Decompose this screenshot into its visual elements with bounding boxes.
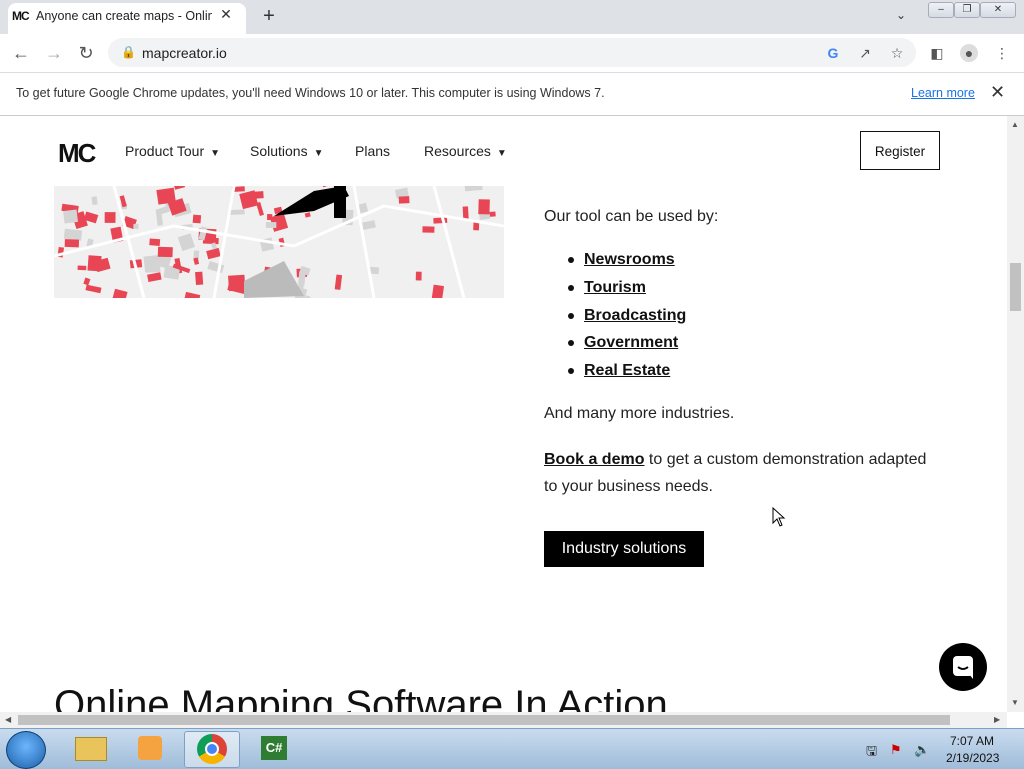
start-button[interactable] [6,731,46,769]
google-lens-icon[interactable]: G [824,44,842,62]
horizontal-scroll-thumb[interactable] [18,715,950,725]
restore-button[interactable]: ❐ [954,2,980,18]
bullet [568,257,574,263]
bookmark-star-icon[interactable]: ☆ [888,44,906,62]
nav-label: Solutions [250,143,308,159]
vertical-scrollbar[interactable] [1007,116,1024,712]
scroll-down-icon[interactable]: ▼ [1011,698,1019,707]
share-icon[interactable]: ↗ [856,44,874,62]
vertical-scroll-thumb[interactable] [1010,263,1021,311]
media-player-icon [138,736,162,760]
tab-favicon-icon: MC [12,9,30,23]
csharp-taskbar-button[interactable]: C# [248,731,302,766]
url-text[interactable]: mapcreator.io [142,45,227,61]
bullet [568,340,574,346]
industry-link-newsrooms[interactable]: Newsrooms [584,251,675,269]
map-image [54,186,504,298]
industry-link-broadcasting[interactable]: Broadcasting [584,307,686,325]
chevron-down-icon: ▼ [313,148,324,159]
folder-icon [75,737,107,761]
nav-label: Resources [424,143,491,159]
mapcreator-logo[interactable]: MC [58,138,96,169]
close-window-button[interactable]: ✕ [980,2,1016,18]
industry-link-real-estate[interactable]: Real Estate [584,362,670,380]
clock-date[interactable]: 2/19/2023 [946,751,999,765]
lock-icon[interactable]: 🔒 [121,45,136,59]
chrome-taskbar-button[interactable] [184,731,240,768]
tab-close-icon[interactable]: ✕ [218,6,234,22]
mouse-cursor-icon [772,506,786,532]
chevron-down-icon: ▼ [496,148,507,159]
volume-icon[interactable]: 🔈 [914,742,930,758]
scroll-up-icon[interactable]: ▲ [1011,120,1019,129]
infobar-close-icon[interactable]: ✕ [990,82,1005,103]
more-industries-text: And many more industries. [544,405,735,422]
reload-icon[interactable]: ↻ [75,42,97,64]
side-panel-icon[interactable]: ◧ [928,44,946,62]
network-icon[interactable]: 🖫 [866,742,877,764]
register-button[interactable]: Register [860,131,940,170]
industry-link-tourism[interactable]: Tourism [584,279,646,297]
scroll-left-icon[interactable]: ◀ [5,715,11,724]
back-icon[interactable]: ← [10,42,32,64]
learn-more-link[interactable]: Learn more [911,86,975,100]
chat-launcher-button[interactable] [939,643,987,691]
nav-product-tour[interactable]: Product Tour ▼ [125,143,220,159]
nav-label: Plans [355,143,391,159]
tab-search-icon[interactable]: ⌄ [896,8,906,22]
scroll-right-icon[interactable]: ▶ [994,715,1000,724]
nav-resources[interactable]: Resources ▼ [424,143,507,159]
industry-link-government[interactable]: Government [584,334,678,352]
nav-solutions[interactable]: Solutions ▼ [250,143,324,159]
csharp-icon: C# [261,736,287,760]
menu-kebab-icon[interactable]: ⋮ [993,44,1011,62]
chevron-down-icon: ▼ [210,148,221,159]
industry-solutions-button[interactable]: Industry solutions [544,531,704,567]
media-player-taskbar-button[interactable] [124,731,178,766]
intro-text: Our tool can be used by: [544,208,719,225]
book-demo-link[interactable]: Book a demo [544,451,644,468]
infobar-message: To get future Google Chrome updates, you… [16,86,605,100]
clock-time[interactable]: 7:07 AM [950,734,994,748]
bullet [568,368,574,374]
minimize-button[interactable]: – [928,2,954,18]
tab-title: Anyone can create maps - Online [36,9,212,23]
new-tab-button[interactable]: + [258,5,280,27]
nav-label: Product Tour [125,143,205,159]
action-center-icon[interactable]: ⚑ [890,742,902,758]
bullet [568,285,574,291]
address-bar[interactable] [108,38,916,67]
bullet [568,313,574,319]
demo-paragraph: Book a demo to get a custom demonstratio… [544,446,944,500]
explorer-taskbar-button[interactable] [64,731,118,766]
nav-plans[interactable]: Plans [355,143,390,159]
chrome-icon [197,734,227,764]
chat-icon [953,656,973,679]
profile-icon[interactable]: ● [960,44,978,62]
forward-icon[interactable]: → [43,42,65,64]
